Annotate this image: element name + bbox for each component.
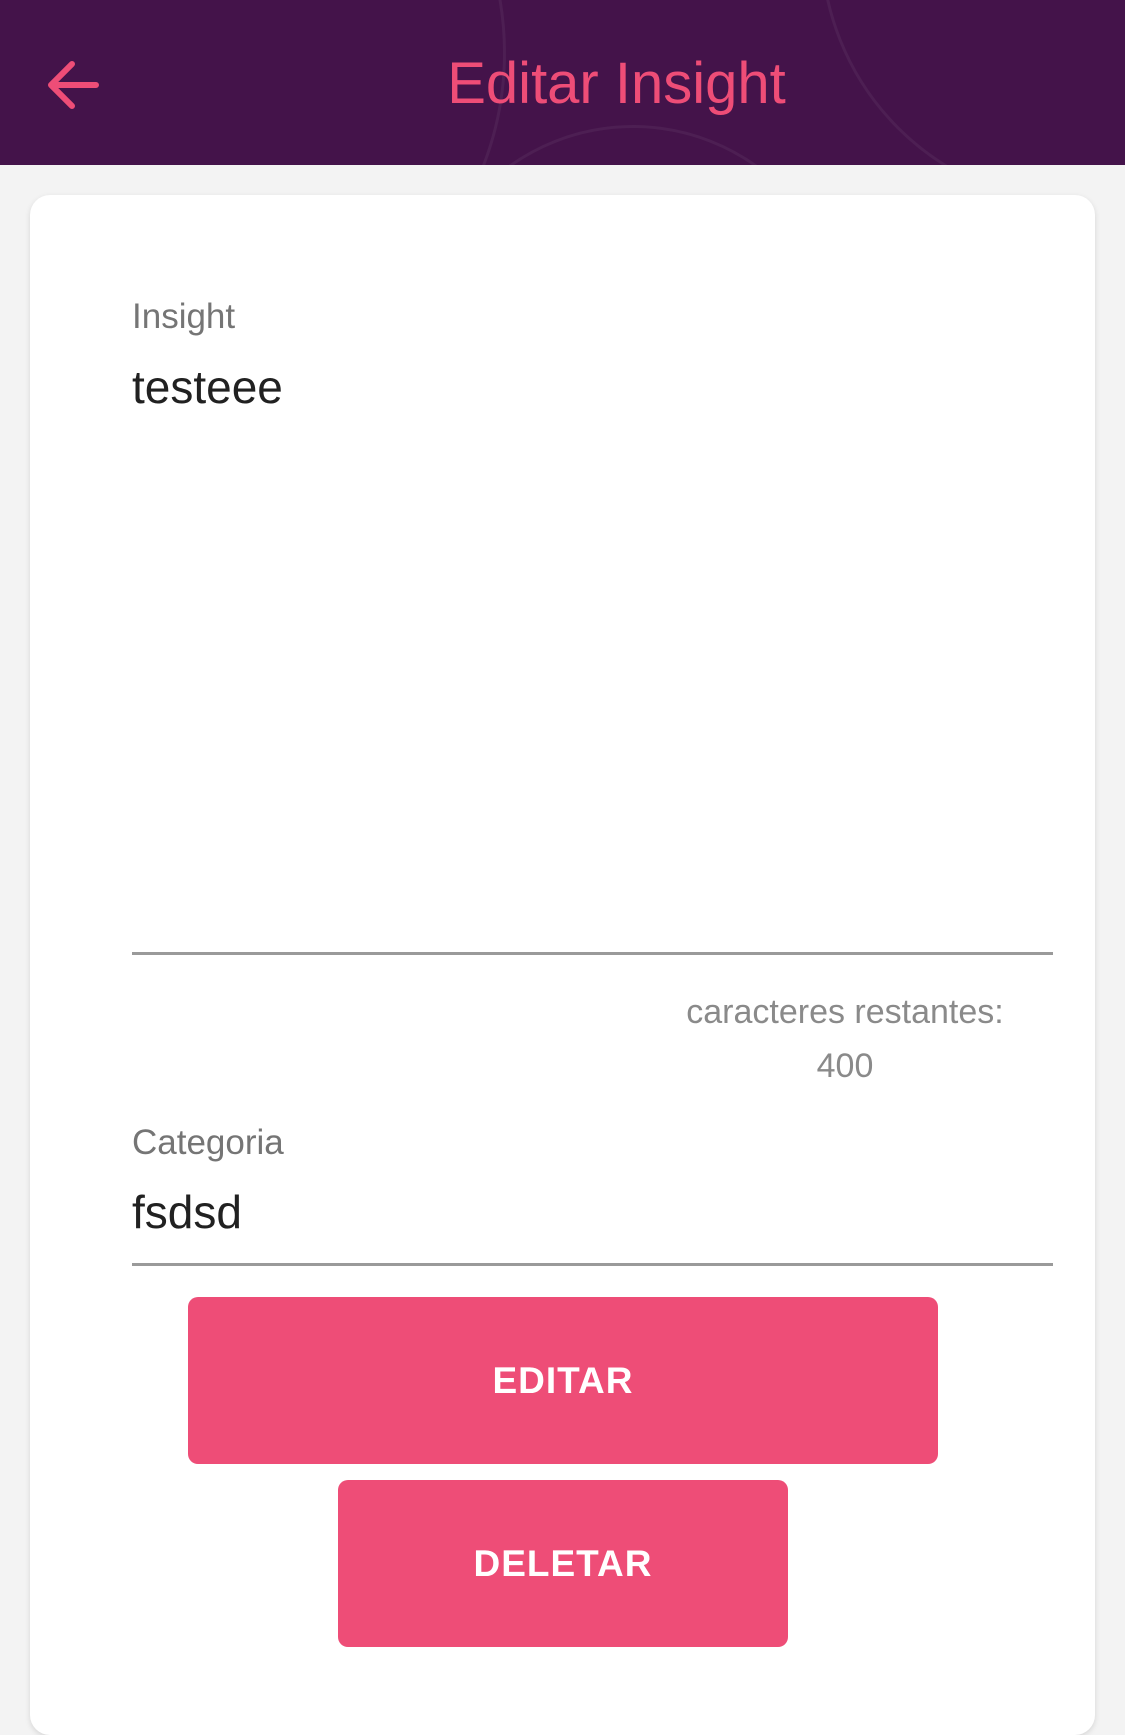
header-decoration (420, 125, 846, 165)
app-bar: Editar Insight (0, 0, 1125, 165)
remaining-characters-count: 400 (816, 1047, 874, 1085)
insight-label: Insight (132, 297, 236, 336)
delete-button[interactable]: DELETAR (338, 1480, 788, 1647)
categoria-input[interactable]: fsdsd (132, 1185, 1053, 1239)
insight-form-card: Insight testeee caracteres restantes: 40… (30, 195, 1095, 1735)
page-title: Editar Insight (447, 51, 786, 116)
remaining-characters-label: caracteres restantes: (686, 993, 1004, 1031)
categoria-underline (132, 1263, 1053, 1266)
remaining-characters: caracteres restantes: 400 (630, 985, 1060, 1093)
edit-button[interactable]: EDITAR (188, 1297, 938, 1464)
insight-textarea[interactable]: testeee (132, 360, 1053, 940)
categoria-label: Categoria (132, 1123, 284, 1162)
insight-underline (132, 952, 1053, 955)
